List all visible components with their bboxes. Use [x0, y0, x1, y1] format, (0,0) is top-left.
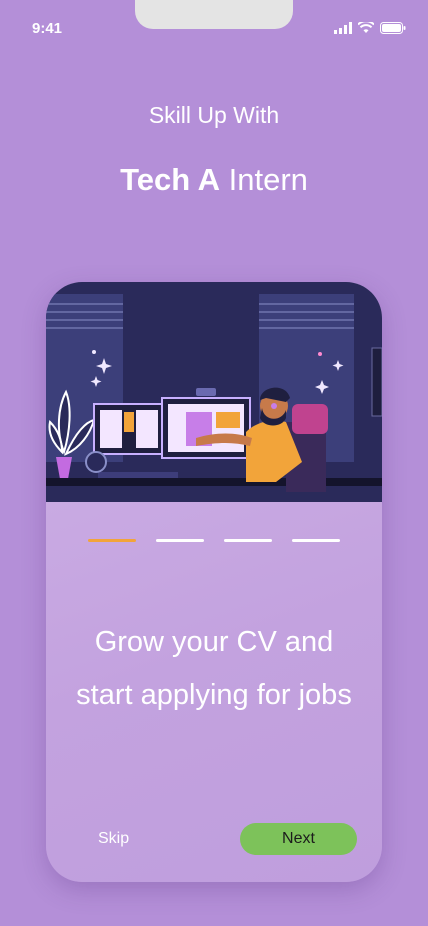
page-indicator — [88, 539, 340, 542]
device-notch — [135, 0, 293, 29]
cellular-signal-icon — [334, 22, 352, 34]
brand-title-light: Intern — [228, 162, 308, 197]
battery-icon — [380, 22, 406, 34]
page-indicator-dot — [156, 539, 204, 542]
brand-title: Tech A Intern — [0, 162, 428, 198]
status-time: 9:41 — [32, 20, 63, 37]
header-subtitle: Skill Up With — [148, 102, 280, 128]
developer-desk-illustration — [46, 282, 382, 502]
page-indicator-dot-active — [88, 539, 136, 542]
skip-button[interactable]: Skip — [98, 830, 129, 848]
onboarding-card: Grow your CV and start applying for jobs… — [46, 282, 382, 882]
brand-title-bold: Tech A — [120, 162, 220, 197]
next-button[interactable]: Next — [240, 823, 357, 855]
page-indicator-dot — [224, 539, 272, 542]
onboarding-headline: Grow your CV and start applying for jobs — [76, 626, 352, 711]
wifi-icon — [358, 22, 374, 33]
status-icons — [334, 22, 406, 34]
page-indicator-dot — [292, 539, 340, 542]
